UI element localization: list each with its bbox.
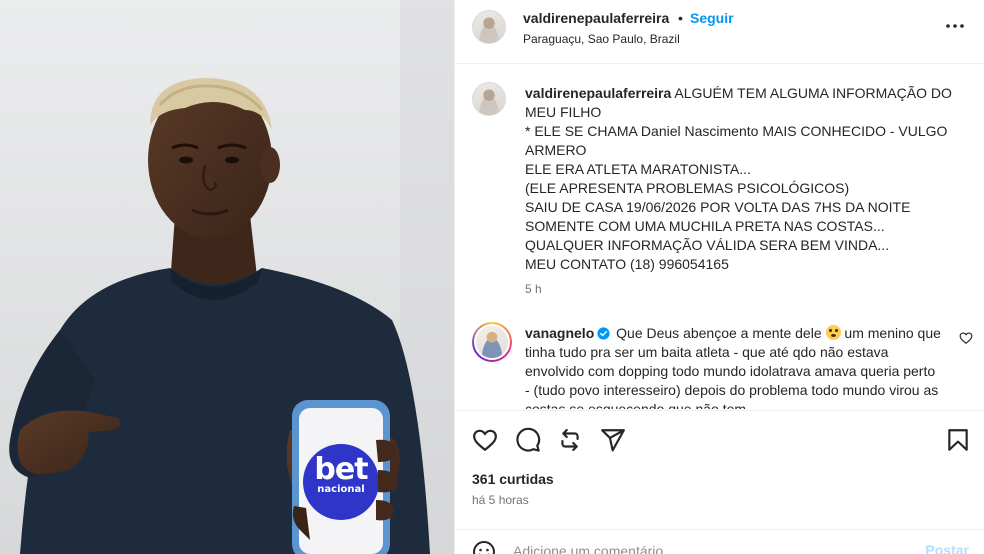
bookmark-icon[interactable] xyxy=(945,427,971,453)
author-username[interactable]: valdirenepaulaferreira xyxy=(523,10,669,26)
phone-logo-bet: bet xyxy=(314,452,368,487)
separator-dot: • xyxy=(678,10,683,26)
phone-logo: bet nacional xyxy=(303,452,379,496)
follow-button[interactable]: Seguir xyxy=(690,10,734,26)
post-time-ago[interactable]: há 5 horas xyxy=(472,493,529,507)
smiley-icon[interactable] xyxy=(472,540,496,554)
post-photo[interactable]: bet nacional xyxy=(0,0,454,554)
post-details-panel: valdirenepaulaferreira • Seguir Paraguaç… xyxy=(454,0,984,554)
flushed-face-emoji-icon xyxy=(825,325,841,340)
repost-icon[interactable] xyxy=(557,427,583,453)
comments-section[interactable]: valdirenepaulaferreira ALGUÉM TEM ALGUMA… xyxy=(455,65,984,409)
comment-text: Que Deus abençoe a mente dele xyxy=(616,325,822,341)
caption-line: MEU CONTATO (18) 996054165 xyxy=(525,256,729,272)
caption-author-avatar[interactable] xyxy=(472,82,506,116)
author-avatar[interactable] xyxy=(472,10,506,44)
post-actions: 361 curtidas há 5 horas Postar xyxy=(455,410,984,554)
comment-bubble-icon[interactable] xyxy=(515,427,541,453)
caption-line: SAIU DE CASA 19/06/2026 POR VOLTA DAS 7H… xyxy=(525,199,911,215)
photo-illustration xyxy=(0,0,454,554)
post-caption: valdirenepaulaferreira ALGUÉM TEM ALGUMA… xyxy=(525,84,965,274)
likes-count[interactable]: 361 curtidas xyxy=(472,471,554,487)
post-header: valdirenepaulaferreira • Seguir Paraguaç… xyxy=(455,0,984,64)
post-comment-button[interactable]: Postar xyxy=(925,542,969,554)
commenter-avatar[interactable] xyxy=(472,322,512,362)
like-heart-icon[interactable] xyxy=(472,427,498,453)
caption-line: (ELE APRESENTA PROBLEMAS PSICOLÓGICOS) xyxy=(525,180,850,196)
caption-line: ELE ERA ATLETA MARATONISTA... xyxy=(525,161,751,177)
caption-line: QUALQUER INFORMAÇÃO VÁLIDA SERA BEM VIND… xyxy=(525,237,890,253)
comment-like-heart-icon[interactable] xyxy=(959,331,973,345)
share-plane-icon[interactable] xyxy=(600,427,626,453)
comment-item: vanagnelo Que Deus abençoe a mente dele … xyxy=(525,324,943,409)
caption-time[interactable]: 5 h xyxy=(525,282,542,296)
caption-username[interactable]: valdirenepaulaferreira xyxy=(525,85,671,101)
add-comment-input[interactable] xyxy=(513,541,893,554)
verified-badge-icon xyxy=(597,327,610,340)
caption-line: SOMENTE COM UMA MUCHILA PRETA NAS COSTAS… xyxy=(525,218,885,234)
post-location[interactable]: Paraguaçu, Sao Paulo, Brazil xyxy=(523,32,680,46)
add-comment-row: Postar xyxy=(455,529,984,554)
caption-line: * ELE SE CHAMA Daniel Nascimento MAIS CO… xyxy=(525,123,948,158)
more-horizontal-icon[interactable] xyxy=(943,14,967,38)
commenter-username[interactable]: vanagnelo xyxy=(525,325,594,341)
